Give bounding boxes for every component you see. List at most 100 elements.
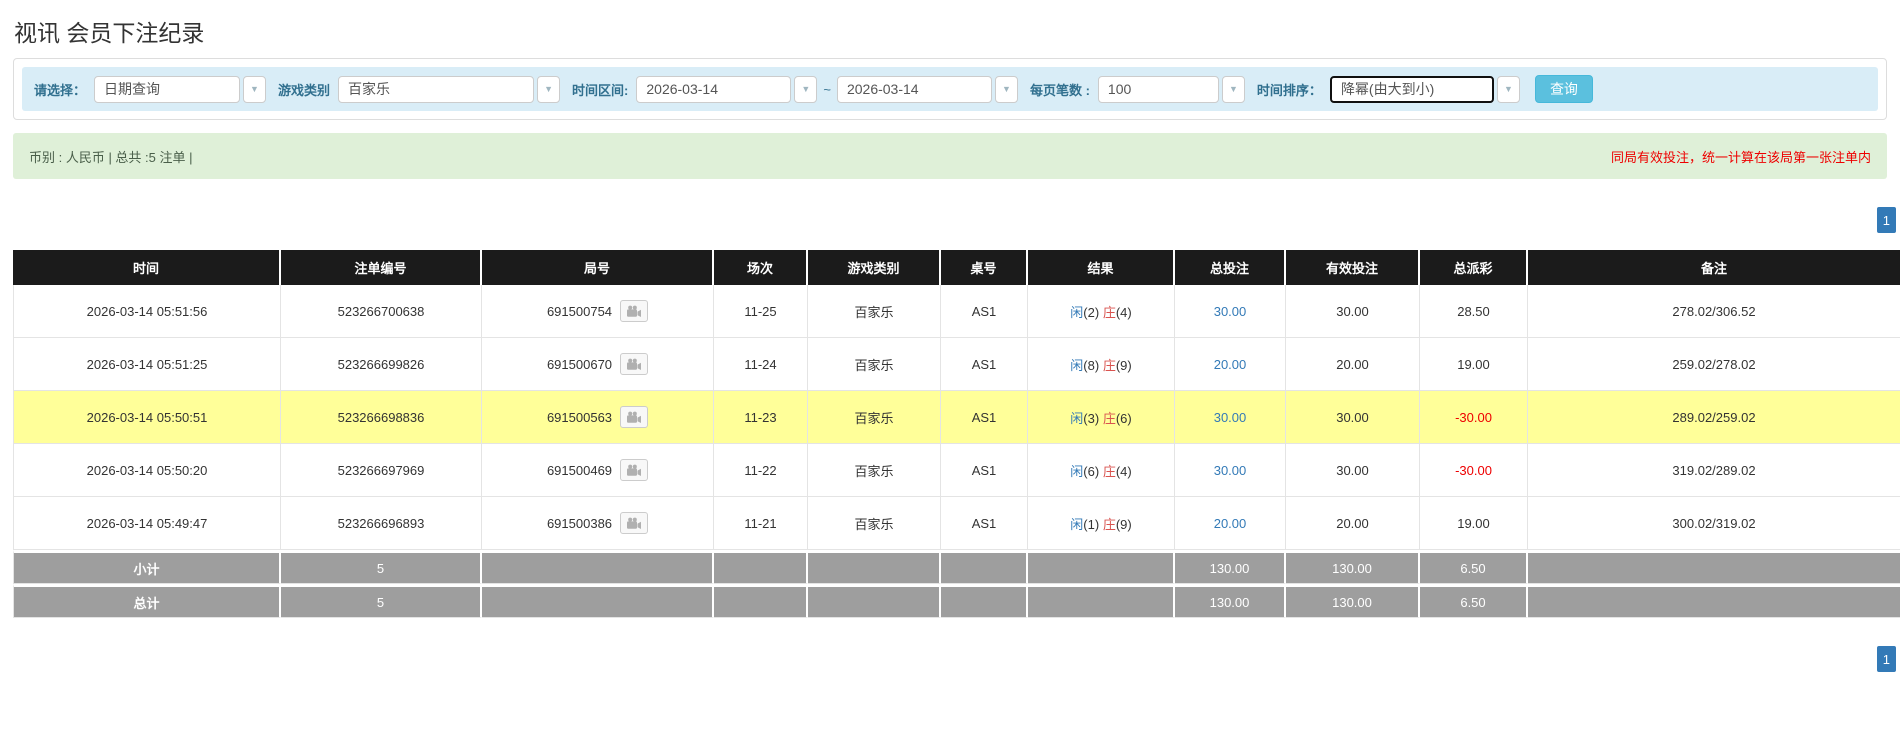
time-sort-select[interactable]: 降幂(由大到小) xyxy=(1329,75,1494,103)
cell-payout: 19.00 xyxy=(1420,497,1528,550)
video-replay-button[interactable] xyxy=(620,459,649,481)
player-result: 闲 xyxy=(1070,304,1084,320)
empty-cell xyxy=(808,550,941,584)
date-range-tilde: ~ xyxy=(823,81,831,97)
banker-score: (4) xyxy=(1115,304,1132,320)
cell-round-id: 691500386 xyxy=(482,497,714,550)
col-header-bet-id: 注单编号 xyxy=(281,250,482,285)
cell-total-bet: 30.00 xyxy=(1175,444,1286,497)
cell-round-id: 691500563 xyxy=(482,391,714,444)
cell-table-no: AS1 xyxy=(941,391,1028,444)
subtotal-payout: 6.50 xyxy=(1420,550,1528,584)
cell-note: 319.02/289.02 xyxy=(1528,444,1900,497)
filter-panel: 请选择： 日期查询 ▼ 游戏类别 百家乐 ▼ 时间区间: 2026-03-14 … xyxy=(13,58,1887,120)
date-to-caret-button[interactable]: ▼ xyxy=(994,75,1018,103)
pagination-top: 1 xyxy=(0,207,1900,233)
table-row[interactable]: 2026-03-14 05:49:47 523266696893 6915003… xyxy=(13,497,1900,550)
table-row-highlighted[interactable]: 2026-03-14 05:50:51 523266698836 6915005… xyxy=(13,391,1900,444)
col-header-valid-bet: 有效投注 xyxy=(1286,250,1420,285)
table-row[interactable]: 2026-03-14 05:50:20 523266697969 6915004… xyxy=(13,444,1900,497)
video-replay-button[interactable] xyxy=(620,353,649,375)
banker-result: 庄 xyxy=(1102,357,1116,373)
page-size-caret-button[interactable]: ▼ xyxy=(1221,75,1245,103)
empty-cell xyxy=(482,584,714,618)
chevron-down-icon: ▼ xyxy=(1002,84,1011,94)
query-type-select[interactable]: 日期查询 xyxy=(94,75,241,103)
video-replay-button[interactable] xyxy=(620,512,649,534)
cell-time: 2026-03-14 05:50:51 xyxy=(13,391,281,444)
col-header-payout: 总派彩 xyxy=(1420,250,1528,285)
table-row[interactable]: 2026-03-14 05:51:56 523266700638 6915007… xyxy=(13,285,1900,338)
query-type-combo: 日期查询 ▼ xyxy=(94,75,267,103)
total-bet-link[interactable]: 30.00 xyxy=(1214,463,1247,478)
page-1-button[interactable]: 1 xyxy=(1876,646,1896,672)
banker-result: 庄 xyxy=(1102,516,1116,532)
cell-round-id: 691500469 xyxy=(482,444,714,497)
cell-round-id: 691500754 xyxy=(482,285,714,338)
cell-valid-bet: 20.00 xyxy=(1286,338,1420,391)
empty-cell xyxy=(1028,584,1175,618)
cell-time: 2026-03-14 05:51:56 xyxy=(13,285,281,338)
cell-total-bet: 30.00 xyxy=(1175,285,1286,338)
grand-total-row: 总计 5 130.00 130.00 6.50 xyxy=(13,584,1900,618)
player-score: (3) xyxy=(1083,410,1100,426)
total-bet-link[interactable]: 30.00 xyxy=(1214,410,1247,425)
page-size-select[interactable]: 100 xyxy=(1097,75,1219,103)
player-score: (1) xyxy=(1083,516,1100,532)
table-row[interactable]: 2026-03-14 05:51:25 523266699826 6915006… xyxy=(13,338,1900,391)
subtotal-row: 小计 5 130.00 130.00 6.50 xyxy=(13,550,1900,584)
col-header-time: 时间 xyxy=(13,250,281,285)
video-camera-icon xyxy=(627,517,642,529)
banker-score: (9) xyxy=(1115,516,1132,532)
game-type-select[interactable]: 百家乐 xyxy=(338,75,535,103)
col-header-game-type: 游戏类别 xyxy=(808,250,941,285)
empty-cell xyxy=(1528,584,1900,618)
date-from-select[interactable]: 2026-03-14 xyxy=(636,75,792,103)
page-1-button[interactable]: 1 xyxy=(1876,207,1896,233)
cell-time: 2026-03-14 05:50:20 xyxy=(13,444,281,497)
game-type-label: 游戏类别 xyxy=(278,82,331,98)
empty-cell xyxy=(714,584,808,618)
cell-table-no: AS1 xyxy=(941,497,1028,550)
search-button[interactable]: 查询 xyxy=(1534,75,1593,103)
round-id-text: 691500563 xyxy=(546,409,613,425)
col-header-total-bet: 总投注 xyxy=(1175,250,1286,285)
cell-note: 278.02/306.52 xyxy=(1528,285,1900,338)
summary-bar: 币别 : 人民币 | 总共 :5 注单 | 同局有效投注，统一计算在该局第一张注… xyxy=(13,133,1887,179)
grand-total-total-bet: 130.00 xyxy=(1175,584,1286,618)
player-score: (2) xyxy=(1083,304,1100,320)
video-camera-icon xyxy=(627,358,642,370)
date-range-label: 时间区间: xyxy=(572,82,629,98)
banker-result: 庄 xyxy=(1102,304,1116,320)
cell-table-no: AS1 xyxy=(941,285,1028,338)
cell-valid-bet: 30.00 xyxy=(1286,444,1420,497)
date-to-select[interactable]: 2026-03-14 xyxy=(836,75,992,103)
grand-total-label: 总计 xyxy=(13,584,281,618)
game-type-caret-button[interactable]: ▼ xyxy=(537,75,561,103)
time-sort-caret-button[interactable]: ▼ xyxy=(1496,75,1520,103)
query-type-caret-button[interactable]: ▼ xyxy=(243,75,267,103)
cell-bet-id: 523266700638 xyxy=(281,285,482,338)
video-replay-button[interactable] xyxy=(620,300,649,322)
total-bet-link[interactable]: 20.00 xyxy=(1214,357,1247,372)
round-id-text: 691500754 xyxy=(546,303,613,319)
cell-valid-bet: 30.00 xyxy=(1286,285,1420,338)
cell-game-type: 百家乐 xyxy=(808,391,941,444)
player-result: 闲 xyxy=(1070,463,1084,479)
currency-total-text: 币别 : 人民币 | 总共 :5 注单 | xyxy=(29,149,193,165)
grand-total-count: 5 xyxy=(281,584,482,618)
date-from-caret-button[interactable]: ▼ xyxy=(794,75,818,103)
cell-game-type: 百家乐 xyxy=(808,338,941,391)
page-size-combo: 100 ▼ xyxy=(1097,75,1245,103)
grand-total-valid-bet: 130.00 xyxy=(1286,584,1420,618)
empty-cell xyxy=(808,584,941,618)
banker-score: (4) xyxy=(1115,463,1132,479)
empty-cell xyxy=(482,550,714,584)
total-bet-link[interactable]: 20.00 xyxy=(1214,516,1247,531)
page-title: 视讯 会员下注纪录 xyxy=(14,20,205,46)
cell-bet-id: 523266697969 xyxy=(281,444,482,497)
time-sort-label: 时间排序： xyxy=(1256,82,1322,98)
col-header-table-no: 桌号 xyxy=(941,250,1028,285)
total-bet-link[interactable]: 30.00 xyxy=(1214,304,1247,319)
video-replay-button[interactable] xyxy=(620,406,649,428)
